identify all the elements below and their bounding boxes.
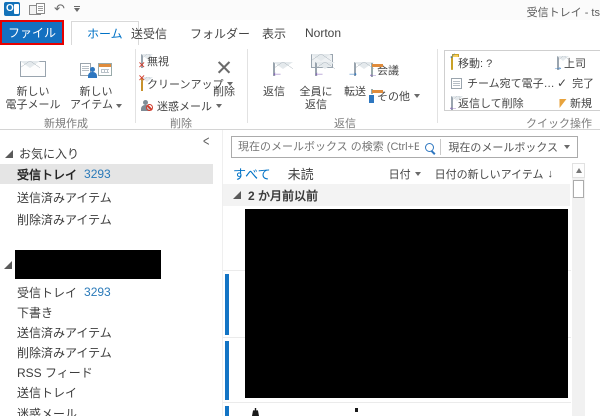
- ignore-button[interactable]: ✕ 無視: [141, 52, 169, 70]
- quick-step-done[interactable]: ✓ 完了: [557, 75, 594, 91]
- reply-all-button[interactable]: ← 全員に 返信: [294, 47, 338, 127]
- filter-tabs: すべて 未読: [233, 164, 314, 183]
- search-input[interactable]: [232, 141, 423, 153]
- customize-qat-dropdown-icon[interactable]: [74, 6, 80, 12]
- group-divider: [437, 49, 438, 123]
- dropdown-icon: [414, 94, 420, 98]
- quick-step-create-new[interactable]: 新規: [558, 95, 592, 111]
- ribbon: 新しい 電子メール 新しい アイテム 新規作成 ✕ 無視 ✕ クリーンアップ: [0, 45, 600, 130]
- list-scrollbar[interactable]: [572, 163, 585, 416]
- sidebar-item-deleted[interactable]: 削除済みアイテム: [0, 342, 213, 362]
- unread-count: 3293: [84, 167, 111, 181]
- group-divider: [135, 49, 136, 123]
- dropdown-icon: [564, 145, 570, 149]
- group-label-new: 新規作成: [44, 115, 88, 131]
- search-scope-dropdown[interactable]: 現在のメールボックス: [440, 139, 577, 155]
- scroll-up-icon: [576, 168, 582, 173]
- unread-indicator-bar: [225, 341, 229, 400]
- sort-direction-icon: ↓: [548, 168, 554, 180]
- quick-step-to-manager[interactable]: → 上司: [557, 55, 586, 71]
- tab-view[interactable]: 表示: [262, 21, 286, 45]
- sidebar-item-inbox-favorite[interactable]: 受信トレイ 3293: [0, 164, 213, 184]
- dropdown-icon: [116, 104, 122, 108]
- delete-icon: ✕: [215, 57, 233, 81]
- scroll-up-button[interactable]: [572, 163, 585, 178]
- partial-email-item: [252, 408, 259, 416]
- group-label-delete: 削除: [170, 115, 192, 131]
- unread-indicator-bar: [225, 406, 229, 416]
- account-expanded-triangle-icon[interactable]: [4, 261, 12, 269]
- expanded-triangle-icon: [5, 150, 13, 158]
- unread-count: 3293: [84, 285, 111, 299]
- group-label-respond: 返信: [334, 115, 356, 131]
- search-box[interactable]: 現在のメールボックス: [231, 136, 578, 158]
- delete-button[interactable]: ✕ 削除: [203, 47, 245, 127]
- quick-step-team-email[interactable]: チーム宛て電子…: [451, 75, 555, 91]
- tab-file-highlighted[interactable]: ファイル: [0, 20, 64, 45]
- undo-icon[interactable]: ↶: [54, 2, 65, 16]
- sort-by-dropdown[interactable]: 日付: [389, 166, 421, 182]
- redacted-account-name: [15, 250, 161, 279]
- search-icon[interactable]: [425, 143, 434, 152]
- unread-indicator-bar: [225, 274, 229, 335]
- tab-home[interactable]: ホーム: [71, 21, 139, 45]
- lightning-icon: [557, 99, 567, 108]
- partial-email-item: [355, 408, 358, 412]
- group-expanded-triangle-icon: [233, 191, 241, 199]
- pane-divider: [222, 130, 223, 416]
- group-divider: [247, 49, 248, 123]
- tab-folder[interactable]: フォルダー: [190, 21, 250, 45]
- move-folder-icon: →: [451, 57, 453, 69]
- outlook-window: O ↶ 受信トレイ - ts ファイル ホーム 送受信 フォルダー 表示 Nor…: [0, 0, 600, 416]
- tab-norton[interactable]: Norton: [305, 21, 341, 45]
- ribbon-tab-row: ファイル ホーム 送受信 フォルダー 表示 Norton: [0, 20, 600, 45]
- tab-file-label: ファイル: [8, 24, 56, 41]
- reply-icon: ←: [253, 53, 295, 85]
- sidebar-item-junk[interactable]: 迷惑メール: [0, 403, 213, 416]
- quick-step-move[interactable]: → 移動: ?: [451, 55, 492, 71]
- item-separator: [223, 402, 571, 403]
- sidebar-item-drafts[interactable]: 下書き: [0, 302, 213, 322]
- minimize-folder-pane-icon[interactable]: <: [203, 134, 209, 150]
- ignore-icon: ✕: [141, 55, 143, 67]
- meeting-button[interactable]: ← 会議: [371, 61, 399, 79]
- filter-unread[interactable]: 未読: [288, 164, 314, 183]
- sort-controls: 日付 日付の新しいアイテム ↓: [389, 166, 553, 182]
- favorites-header[interactable]: お気に入り: [5, 145, 79, 162]
- quick-step-reply-delete[interactable]: ← 返信して削除: [451, 95, 524, 111]
- quick-access-toolbar: O ↶: [4, 2, 80, 16]
- title-bar: O ↶ 受信トレイ - ts: [0, 0, 600, 20]
- more-respond-button[interactable]: その他: [371, 87, 420, 105]
- dropdown-icon: [415, 172, 421, 176]
- team-email-icon: [451, 78, 462, 89]
- sidebar-item-sent[interactable]: 送信済みアイテム: [0, 322, 213, 342]
- send-receive-icon[interactable]: [29, 3, 45, 16]
- new-email-icon: [4, 53, 62, 85]
- sidebar-item-deleted-favorite[interactable]: 削除済みアイテム: [0, 209, 213, 229]
- sidebar-item-outbox[interactable]: 送信トレイ: [0, 382, 213, 402]
- group-label-quick-steps: クイック操作: [526, 115, 592, 131]
- sidebar-item-rss[interactable]: RSS フィード: [0, 362, 213, 382]
- reply-button[interactable]: ← 返信: [253, 47, 295, 127]
- more-respond-icon: [371, 90, 373, 102]
- to-manager-icon: →: [557, 57, 559, 69]
- list-group-header[interactable]: 2 か月前以前: [223, 184, 570, 206]
- check-icon: ✓: [557, 76, 567, 90]
- main-area: < お気に入り 受信トレイ 3293 送信済みアイテム 削除済みアイテム 受信ト…: [0, 130, 600, 416]
- scrollbar-thumb[interactable]: [573, 180, 584, 198]
- cleanup-icon: ✕: [141, 78, 143, 90]
- tab-send-receive[interactable]: 送受信: [131, 21, 167, 45]
- sort-order-button[interactable]: 日付の新しいアイテム ↓: [435, 166, 553, 182]
- outlook-logo-icon[interactable]: O: [4, 2, 20, 16]
- window-title: 受信トレイ - ts: [527, 4, 600, 20]
- junk-icon: [141, 100, 153, 112]
- sidebar-item-inbox[interactable]: 受信トレイ 3293: [0, 282, 213, 302]
- new-items-icon: [62, 53, 130, 85]
- reply-delete-icon: ←: [451, 97, 453, 109]
- filter-all[interactable]: すべて: [233, 164, 271, 183]
- sidebar-item-sent-favorite[interactable]: 送信済みアイテム: [0, 187, 213, 207]
- redacted-email-list: [245, 209, 568, 398]
- reply-all-icon: ←: [294, 53, 338, 85]
- meeting-icon: ←: [371, 64, 373, 76]
